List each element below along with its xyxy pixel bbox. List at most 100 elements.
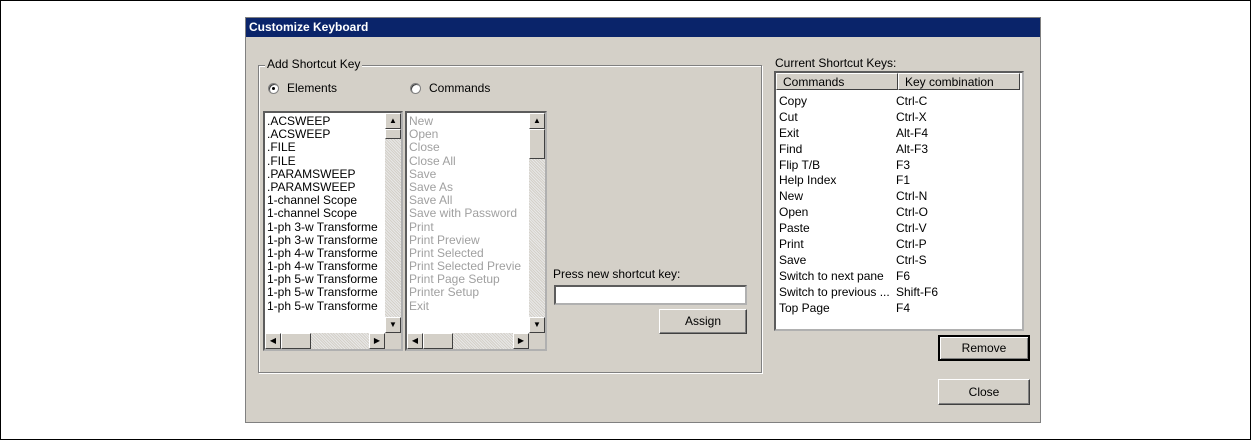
shortcut-command: Print — [779, 237, 804, 252]
list-item[interactable]: Save with Password — [409, 207, 527, 220]
list-item[interactable]: 1-ph 5-w Transforme — [267, 286, 383, 299]
list-item[interactable]: 1-ph 5-w Transforme — [267, 300, 383, 313]
scroll-thumb[interactable] — [529, 129, 545, 159]
shortcut-key: Ctrl-N — [896, 189, 928, 204]
shortcut-row[interactable]: Paste Ctrl-V — [779, 221, 1022, 237]
shortcut-key: F6 — [896, 268, 911, 283]
dialog-title[interactable]: Customize Keyboard — [246, 18, 1040, 37]
list-item[interactable]: Close — [409, 141, 527, 154]
radio-unchecked-icon — [410, 82, 421, 94]
scroll-down-icon[interactable]: ▼ — [385, 317, 401, 333]
shortcut-key: Ctrl-P — [896, 237, 927, 252]
shortcut-command: Switch to next pane — [779, 268, 884, 283]
remove-button[interactable]: Remove — [938, 335, 1030, 361]
scroll-thumb[interactable] — [423, 333, 453, 349]
list-item[interactable]: .FILE — [267, 141, 383, 154]
radio-elements[interactable]: Elements — [268, 81, 337, 95]
list-item[interactable]: Save — [409, 168, 527, 181]
close-button[interactable]: Close — [938, 379, 1030, 405]
scroll-up-icon[interactable]: ▲ — [385, 113, 401, 129]
column-header-key-combination[interactable]: Key combination — [898, 73, 1020, 90]
scroll-down-icon[interactable]: ▼ — [529, 317, 545, 333]
shortcut-row[interactable]: Open Ctrl-O — [779, 205, 1022, 221]
shortcut-row[interactable]: Switch to previous ... Shift-F6 — [779, 285, 1022, 301]
shortcut-command: Find — [779, 141, 803, 156]
radio-elements-label: Elements — [287, 81, 338, 95]
list-item[interactable]: New — [409, 115, 527, 128]
list-item[interactable]: Print — [409, 221, 527, 234]
list-item[interactable]: .ACSWEEP — [267, 128, 383, 141]
scroll-corner — [529, 333, 545, 349]
shortcut-row[interactable]: Top Page F4 — [779, 301, 1022, 317]
shortcut-row[interactable]: Find Alt-F3 — [779, 142, 1022, 158]
scroll-thumb[interactable] — [385, 129, 401, 139]
commands-vscroll[interactable]: ▲ ▼ — [529, 113, 545, 333]
shortcut-row[interactable]: Flip T/B F3 — [779, 158, 1022, 174]
shortcut-row[interactable]: Switch to next pane F6 — [779, 269, 1022, 285]
shortcut-key: Ctrl-S — [896, 252, 927, 267]
list-item[interactable]: 1-ph 4-w Transforme — [267, 260, 383, 273]
shortcut-row[interactable]: Cut Ctrl-X — [779, 110, 1022, 126]
shortcut-row[interactable]: Help Index F1 — [779, 173, 1022, 189]
list-item[interactable]: Save As — [409, 181, 527, 194]
assign-button[interactable]: Assign — [659, 309, 747, 334]
shortcut-key: Shift-F6 — [896, 284, 939, 299]
radio-checked-icon — [268, 82, 279, 94]
shortcut-row[interactable]: New Ctrl-N — [779, 189, 1022, 205]
list-item[interactable]: Print Page Setup — [409, 273, 527, 286]
shortcut-command: Exit — [779, 125, 800, 140]
current-shortcuts-listview[interactable]: Commands Key combination Copy Ctrl-C Cut Ct… — [774, 71, 1024, 331]
shortcut-command: Switch to previous ... — [779, 284, 890, 299]
column-header-commands[interactable]: Commands — [776, 73, 898, 90]
scroll-right-icon[interactable]: ▶ — [513, 333, 529, 349]
shortcut-command: Save — [779, 252, 807, 267]
add-shortcut-group-label: Add Shortcut Key — [265, 57, 363, 71]
commands-listbox[interactable]: New Open Close Close All Save Save As Save All… — [405, 111, 547, 351]
shortcut-key: Ctrl-O — [896, 205, 928, 220]
scroll-right-icon[interactable]: ▶ — [369, 333, 385, 349]
scroll-left-icon[interactable]: ◀ — [265, 333, 281, 349]
shortcut-command: Top Page — [779, 300, 830, 315]
list-item[interactable]: 1-ph 5-w Transforme — [267, 273, 383, 286]
list-item[interactable]: 1-ph 3-w Transforme — [267, 234, 383, 247]
shortcut-command: Help Index — [779, 173, 837, 188]
elements-listbox[interactable]: .ACSWEEP .ACSWEEP .FILE .FILE .PARAMSWEEP .PA… — [263, 111, 403, 351]
shortcut-row[interactable]: Exit Alt-F4 — [779, 126, 1022, 142]
shortcut-row[interactable]: Print Ctrl-P — [779, 237, 1022, 253]
shortcut-key: Ctrl-C — [896, 94, 928, 108]
list-item[interactable]: Save All — [409, 194, 527, 207]
list-item[interactable]: Open — [409, 128, 527, 141]
list-item[interactable]: Exit — [409, 300, 527, 313]
shortcut-command: Copy — [779, 94, 808, 108]
list-item[interactable]: .ACSWEEP — [267, 115, 383, 128]
list-item[interactable]: .PARAMSWEEP — [267, 181, 383, 194]
shortcut-row[interactable]: Copy Ctrl-C — [779, 94, 1022, 110]
list-item[interactable]: Printer Setup — [409, 286, 527, 299]
commands-items: New Open Close Close All Save Save As Save All… — [409, 115, 527, 313]
list-item[interactable]: 1-channel Scope — [267, 194, 383, 207]
scroll-up-icon[interactable]: ▲ — [529, 113, 545, 129]
list-item[interactable]: .PARAMSWEEP — [267, 168, 383, 181]
list-item[interactable]: Close All — [409, 155, 527, 168]
list-item[interactable]: Print Selected Previe — [409, 260, 527, 273]
commands-hscroll[interactable]: ◀ ▶ — [407, 333, 529, 349]
radio-commands[interactable]: Commands — [410, 81, 490, 95]
shortcut-command: Cut — [779, 109, 798, 124]
list-item[interactable]: 1-ph 3-w Transforme — [267, 221, 383, 234]
list-item[interactable]: 1-channel Scope — [267, 207, 383, 220]
list-item[interactable]: .FILE — [267, 155, 383, 168]
shortcut-key: Ctrl-V — [896, 221, 927, 236]
listview-header: Commands Key combination — [776, 73, 1020, 90]
shortcut-row[interactable]: Save Ctrl-S — [779, 253, 1022, 269]
shortcut-key: F4 — [896, 300, 911, 315]
shortcut-key: F1 — [896, 173, 911, 188]
scroll-left-icon[interactable]: ◀ — [407, 333, 423, 349]
list-item[interactable]: Print Selected — [409, 247, 527, 260]
elements-vscroll[interactable]: ▲ ▼ — [385, 113, 401, 333]
shortcut-key: Ctrl-X — [896, 109, 927, 124]
scroll-thumb[interactable] — [281, 333, 311, 349]
list-item[interactable]: 1-ph 4-w Transforme — [267, 247, 383, 260]
list-item[interactable]: Print Preview — [409, 234, 527, 247]
elements-hscroll[interactable]: ◀ ▶ — [265, 333, 385, 349]
new-shortcut-key-input[interactable] — [554, 285, 747, 305]
